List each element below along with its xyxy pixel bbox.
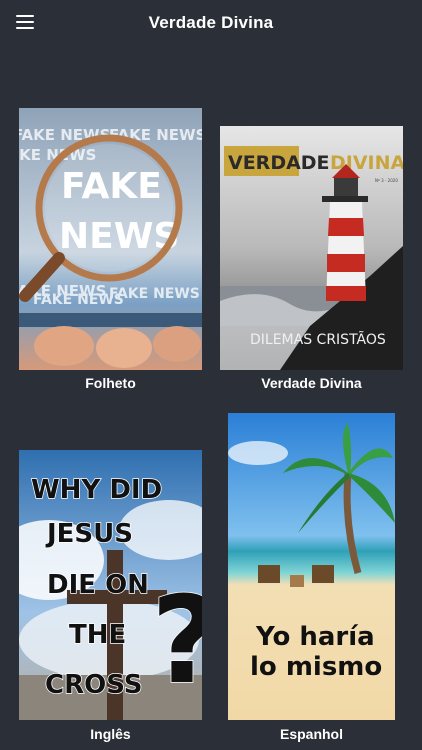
cover-image-espanhol[interactable]: Yo haría lo mismo <box>228 413 395 720</box>
cover-line: Yo haría <box>255 622 375 652</box>
cover-line: lo mismo <box>250 652 382 682</box>
cover-image-folheto[interactable]: FAKE NEWS FAKE NEWS FAKE NEWS FAKE NEWS … <box>19 108 202 370</box>
app-header: Verdade Divina <box>0 0 422 48</box>
card-caption[interactable]: Verdade Divina <box>220 375 403 391</box>
card-caption[interactable]: Inglês <box>19 726 202 742</box>
tract-card-espanhol[interactable]: Yo haría lo mismo Espanhol <box>228 413 395 745</box>
cover-image-verdade-divina[interactable]: VERDADE DIVINA Nº 3 - 2020 DILEMAS CRIST… <box>220 126 403 370</box>
question-mark: ? <box>151 572 202 711</box>
cover-line: JESUS <box>45 519 133 549</box>
masthead-left: VERDADE <box>228 152 330 174</box>
cover-line: WHY DID <box>31 475 162 505</box>
cover-image-ingles[interactable]: WHY DID JESUS DIE ON THE CROSS ? <box>19 450 202 720</box>
magazine-card-verdade-divina[interactable]: VERDADE DIVINA Nº 3 - 2020 DILEMAS CRIST… <box>220 126 403 398</box>
page-title: Verdade Divina <box>148 13 274 32</box>
card-caption[interactable]: Espanhol <box>220 726 403 742</box>
tract-card-folheto[interactable]: FAKE NEWS FAKE NEWS FAKE NEWS FAKE NEWS … <box>19 108 202 398</box>
card-caption[interactable]: Folheto <box>19 375 202 391</box>
cover-subtitle: DILEMAS CRISTÃOS <box>250 331 386 348</box>
issue-number: Nº 3 - 2020 <box>375 178 398 183</box>
cover-line: CROSS <box>45 670 143 700</box>
cover-line: THE <box>69 620 126 650</box>
cover-line: DIE ON <box>47 570 149 600</box>
cover-word: FAKE NEWS <box>109 286 200 302</box>
tract-card-ingles[interactable]: WHY DID JESUS DIE ON THE CROSS ? Inglês <box>19 450 202 745</box>
